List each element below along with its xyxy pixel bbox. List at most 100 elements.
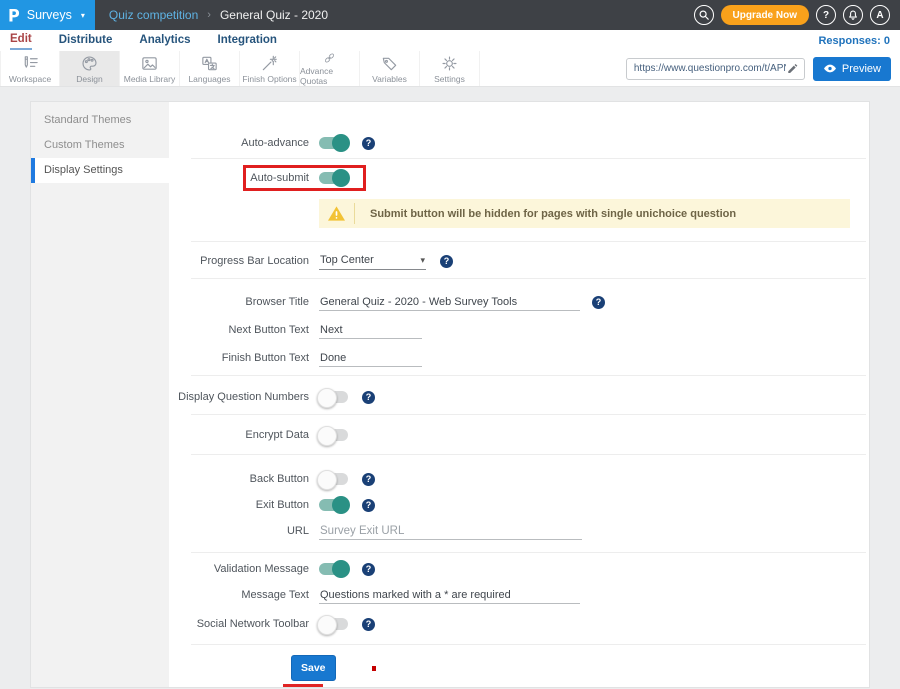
browser-title-label: Browser Title (169, 296, 309, 308)
message-text-input[interactable] (319, 587, 580, 604)
section-divider (191, 278, 866, 279)
edit-url-pencil-icon[interactable] (786, 62, 799, 75)
survey-share-url-box (626, 58, 805, 80)
auto-submit-toggle[interactable] (319, 172, 348, 184)
topbar-actions: Upgrade Now ? A (694, 5, 900, 25)
surveys-app-menu[interactable]: P Surveys ▾ (0, 0, 95, 30)
question-mark-icon: ? (823, 10, 829, 21)
tool-label: Media Library (124, 74, 176, 84)
progress-bar-location-dropdown[interactable]: Top Center ▾ (319, 252, 426, 270)
display-question-numbers-row: Display Question Numbers ? (169, 384, 869, 410)
social-network-toolbar-label: Social Network Toolbar (169, 618, 309, 630)
auto-submit-label: Auto-submit (169, 172, 309, 184)
browser-title-help-icon[interactable]: ? (592, 296, 605, 309)
back-button-toggle[interactable] (319, 473, 348, 485)
exit-button-help-icon[interactable]: ? (362, 499, 375, 512)
dropdown-selected-value: Top Center (320, 254, 374, 266)
message-text-label: Message Text (169, 589, 309, 601)
section-divider (191, 552, 866, 553)
design-sidebar: Standard Themes Custom Themes Display Se… (31, 102, 169, 687)
preview-label: Preview (842, 63, 881, 75)
tool-design[interactable]: Design (60, 51, 120, 86)
advance-quotas-links-icon (320, 51, 339, 65)
tool-label: Workspace (9, 74, 51, 84)
validation-message-help-icon[interactable]: ? (362, 563, 375, 576)
tool-media-library[interactable]: Media Library (120, 51, 180, 86)
tab-analytics[interactable]: Analytics (139, 32, 190, 49)
questionpro-logo-icon: P (8, 5, 20, 25)
back-button-help-icon[interactable]: ? (362, 473, 375, 486)
exit-button-toggle[interactable] (319, 499, 348, 511)
toolbar-right-actions: Preview (626, 51, 900, 86)
encrypt-data-label: Encrypt Data (169, 429, 309, 441)
tool-workspace[interactable]: Workspace (0, 51, 60, 86)
auto-submit-row: Auto-submit (169, 165, 869, 191)
media-library-icon (140, 54, 159, 73)
tool-settings[interactable]: Settings (420, 51, 480, 86)
tool-advance-quotas[interactable]: Advance Quotas (300, 51, 360, 86)
search-button[interactable] (694, 5, 714, 25)
tab-integration[interactable]: Integration (218, 32, 277, 49)
sidebar-item-standard-themes[interactable]: Standard Themes (31, 108, 169, 133)
section-divider (191, 375, 866, 376)
avatar-initial: A (876, 10, 883, 21)
responses-count[interactable]: Responses: 0 (818, 35, 890, 47)
auto-advance-toggle[interactable] (319, 137, 348, 149)
finish-button-text-input[interactable] (319, 350, 422, 367)
display-question-numbers-help-icon[interactable]: ? (362, 391, 375, 404)
display-question-numbers-toggle[interactable] (319, 391, 348, 403)
tool-label: Finish Options (242, 74, 296, 84)
breadcrumb-folder-link[interactable]: Quiz competition (109, 8, 198, 22)
next-button-text-input[interactable] (319, 322, 422, 339)
auto-submit-warning-banner: Submit button will be hidden for pages w… (319, 199, 850, 228)
tool-finish-options[interactable]: Finish Options (240, 51, 300, 86)
finish-options-wand-icon (260, 54, 279, 73)
message-text-row: Message Text (169, 582, 869, 608)
finish-button-text-row: Finish Button Text (169, 345, 869, 371)
bell-icon (847, 9, 859, 21)
upgrade-now-button[interactable]: Upgrade Now (721, 5, 809, 25)
section-divider (191, 454, 866, 455)
social-network-toolbar-toggle[interactable] (319, 618, 348, 630)
page-body: Standard Themes Custom Themes Display Se… (0, 87, 900, 688)
tool-languages[interactable]: Languages (180, 51, 240, 86)
browser-title-input[interactable] (319, 294, 580, 311)
exit-button-row: Exit Button ? (169, 492, 869, 518)
auto-advance-row: Auto-advance ? (169, 130, 869, 156)
tool-label: Advance Quotas (300, 66, 359, 86)
breadcrumb-current-survey: General Quiz - 2020 (220, 8, 328, 22)
progress-bar-help-icon[interactable]: ? (440, 255, 453, 268)
display-settings-panel: Auto-advance ? Auto-submit Submit button… (169, 102, 869, 687)
settings-gear-icon (440, 54, 459, 73)
save-button[interactable]: Save (291, 655, 336, 681)
survey-share-url-input[interactable] (634, 63, 786, 74)
sidebar-item-display-settings[interactable]: Display Settings (31, 158, 169, 183)
tab-edit[interactable]: Edit (10, 31, 32, 50)
display-question-numbers-label: Display Question Numbers (169, 391, 309, 403)
sidebar-item-custom-themes[interactable]: Custom Themes (31, 133, 169, 158)
auto-advance-help-icon[interactable]: ? (362, 137, 375, 150)
survey-tab-bar: Edit Distribute Analytics Integration Re… (0, 30, 900, 51)
section-divider (191, 158, 866, 159)
progress-bar-location-label: Progress Bar Location (169, 255, 309, 267)
tool-label: Settings (434, 74, 465, 84)
validation-message-label: Validation Message (169, 563, 309, 575)
variables-tag-icon (380, 54, 399, 73)
app-menu-label: Surveys (27, 8, 72, 22)
preview-button[interactable]: Preview (813, 57, 891, 81)
notifications-button[interactable] (843, 5, 863, 25)
help-menu-button[interactable]: ? (816, 5, 836, 25)
tab-distribute[interactable]: Distribute (59, 32, 113, 49)
eye-icon (823, 63, 837, 74)
encrypt-data-toggle[interactable] (319, 429, 348, 441)
save-row: Save (169, 655, 869, 681)
account-avatar[interactable]: A (870, 5, 890, 25)
validation-message-toggle[interactable] (319, 563, 348, 575)
exit-url-input[interactable] (319, 523, 582, 540)
social-network-toolbar-help-icon[interactable]: ? (362, 618, 375, 631)
search-icon (698, 9, 710, 21)
section-divider (191, 241, 866, 242)
exit-url-label: URL (169, 525, 309, 537)
next-button-text-row: Next Button Text (169, 317, 869, 343)
tool-variables[interactable]: Variables (360, 51, 420, 86)
